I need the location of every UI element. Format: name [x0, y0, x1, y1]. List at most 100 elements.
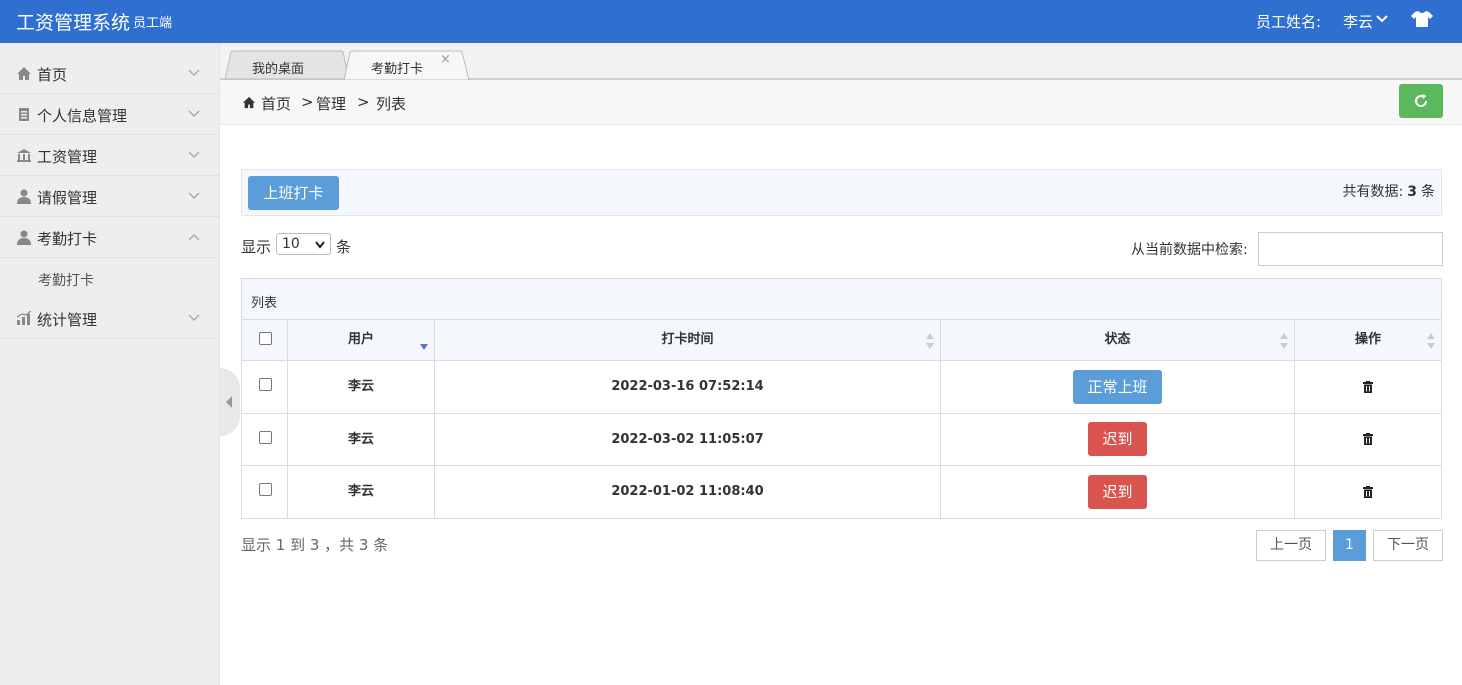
next-page-button[interactable]: 下一页 [1373, 530, 1443, 561]
column-header-label: 操作 [1354, 332, 1381, 347]
sidebar-item-label: 工资管理 [37, 148, 98, 166]
tab-label: 考勤打卡 [371, 62, 424, 77]
cell-user: 李云 [288, 414, 435, 466]
cell-action [1295, 414, 1441, 466]
sort-icon [1280, 333, 1288, 349]
cell-action [1295, 361, 1441, 414]
trash-icon[interactable] [1363, 381, 1373, 393]
user-menu[interactable]: 李云 [1343, 11, 1373, 32]
sidebar-item-label: 个人信息管理 [37, 107, 128, 125]
total-number: 3 [1407, 184, 1417, 200]
row-checkbox[interactable] [259, 431, 272, 444]
chevron-down-icon [188, 110, 200, 118]
app-title: 工资管理系统 [16, 12, 131, 34]
breadcrumb-separator: > [357, 93, 370, 111]
column-header-action[interactable]: 操作 [1295, 320, 1441, 361]
caret-left-icon [226, 396, 232, 408]
column-header-status[interactable]: 状态 [941, 320, 1295, 361]
cell-status: 迟到 [941, 414, 1295, 466]
page-length-select[interactable]: 10 [276, 233, 331, 255]
table-row [242, 414, 288, 466]
tab-desktop[interactable]: 我的桌面 [238, 51, 343, 80]
top-header: 工资管理系统 员工端 员工姓名: 李云 [0, 0, 1462, 43]
sidebar-item-profile[interactable]: 个人信息管理 [0, 94, 219, 135]
bar-chart-icon [16, 311, 32, 325]
sidebar-item-salary[interactable]: 工资管理 [0, 135, 219, 176]
bank-icon [17, 149, 31, 162]
sort-icon [1427, 333, 1435, 349]
page-1-button[interactable]: 1 [1333, 530, 1366, 561]
total-prefix: 共有数据: [1342, 184, 1404, 200]
row-checkbox[interactable] [259, 483, 272, 496]
breadcrumb: 首页 > 管理 > 列表 [220, 80, 1462, 125]
cell-time: 2022-03-02 11:05:07 [435, 414, 941, 466]
chevron-down-icon [188, 314, 200, 322]
breadcrumb-home[interactable]: 首页 [261, 93, 291, 114]
cell-user: 李云 [288, 361, 435, 414]
total-suffix: 条 [1421, 184, 1435, 200]
breadcrumb-current: 列表 [376, 95, 407, 113]
tab-label: 我的桌面 [252, 62, 305, 77]
sidebar-item-home[interactable]: 首页 [0, 53, 219, 94]
column-header-user[interactable]: 用户 [288, 320, 435, 361]
tab-bar: 我的桌面 考勤打卡 × [220, 43, 1462, 80]
action-bar: 上班打卡 共有数据: 3 条 [241, 169, 1442, 216]
sidebar-item-label: 统计管理 [37, 311, 98, 329]
row-checkbox[interactable] [259, 378, 272, 391]
sidebar-subitem-attendance[interactable]: 考勤打卡 [0, 258, 219, 299]
sidebar: 首页 个人信息管理 工资管理 请假管理 考勤打卡 考勤打卡 统计管理 [0, 43, 220, 685]
status-late-button[interactable]: 迟到 [1088, 422, 1147, 456]
sidebar-item-attendance[interactable]: 考勤打卡 [0, 217, 219, 258]
sidebar-item-statistics[interactable]: 统计管理 [0, 298, 219, 339]
table-row [242, 466, 288, 518]
sidebar-item-leave[interactable]: 请假管理 [0, 176, 219, 217]
column-header-time[interactable]: 打卡时间 [435, 320, 941, 361]
search-label: 从当前数据中检索: [1131, 242, 1248, 258]
cell-time: 2022-01-02 11:08:40 [435, 466, 941, 518]
cell-time: 2022-03-16 07:52:14 [435, 361, 941, 414]
header-checkbox-cell [242, 320, 288, 361]
user-label: 员工姓名: [1256, 13, 1322, 31]
search-input[interactable] [1258, 232, 1443, 266]
tab-close-icon[interactable]: × [440, 52, 451, 67]
breadcrumb-manage[interactable]: 管理 [316, 93, 346, 114]
cell-user: 李云 [288, 466, 435, 518]
prev-page-button[interactable]: 上一页 [1256, 530, 1326, 561]
length-suffix: 条 [336, 238, 352, 256]
chevron-down-icon[interactable] [1375, 13, 1389, 25]
data-table: 列表 用户 打卡时间 状态 操作 李云 2022-03-16 07:52:14 … [241, 278, 1442, 519]
trash-icon[interactable] [1363, 433, 1373, 445]
sidebar-collapse-handle[interactable] [220, 368, 240, 436]
user-icon [17, 230, 31, 245]
app-subtitle: 员工端 [133, 16, 173, 31]
status-normal-button[interactable]: 正常上班 [1073, 370, 1162, 404]
chevron-down-icon [188, 192, 200, 200]
sort-desc-icon [420, 344, 428, 350]
user-icon [17, 189, 31, 204]
refresh-icon [1415, 94, 1428, 107]
chevron-down-icon [188, 69, 200, 77]
column-header-label: 用户 [347, 332, 374, 347]
cell-action [1295, 466, 1441, 518]
table-info: 显示 1 到 3 ，共 3 条 [241, 536, 389, 554]
table-row [242, 361, 288, 414]
checkin-button[interactable]: 上班打卡 [248, 176, 339, 210]
column-header-label: 打卡时间 [661, 332, 714, 347]
breadcrumb-separator: > [301, 93, 314, 111]
chevron-up-icon [188, 233, 200, 241]
refresh-button[interactable] [1399, 84, 1443, 118]
sidebar-item-label: 请假管理 [37, 189, 98, 207]
trash-icon[interactable] [1363, 486, 1373, 498]
sidebar-item-label: 首页 [37, 66, 68, 84]
status-late-button[interactable]: 迟到 [1088, 475, 1147, 509]
chevron-down-icon [188, 151, 200, 159]
table-caption: 列表 [242, 279, 1441, 320]
length-label: 显示 [241, 238, 272, 256]
select-all-checkbox[interactable] [259, 332, 272, 345]
table-caption-text: 列表 [251, 296, 278, 311]
shirt-icon[interactable] [1411, 10, 1433, 28]
home-icon [242, 96, 256, 109]
clipboard-icon [19, 108, 29, 121]
cell-status: 迟到 [941, 466, 1295, 518]
sidebar-item-label: 考勤打卡 [37, 230, 98, 248]
